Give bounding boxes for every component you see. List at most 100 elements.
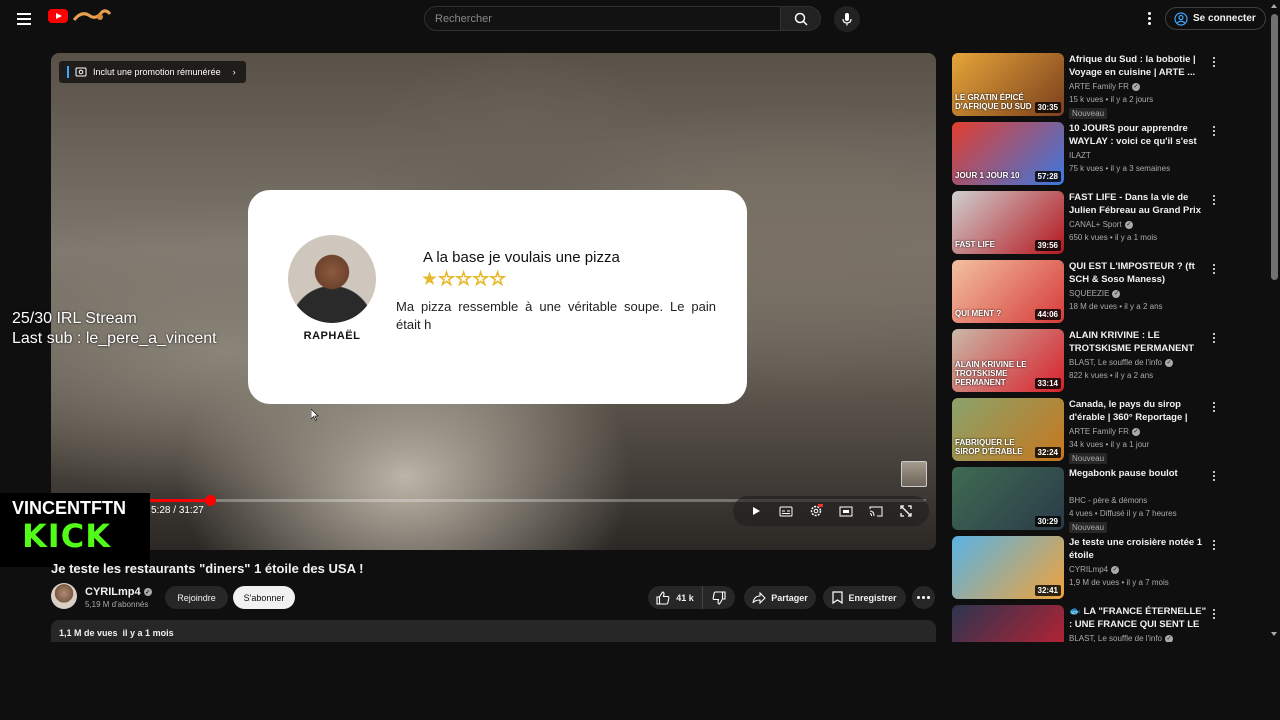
recommended-title[interactable]: QUI EST L'IMPOSTEUR ? (ft SCH & Soso Man… <box>1069 260 1207 286</box>
recommended-channel[interactable]: BLAST, Le souffle de l'info ✓ <box>1069 634 1173 642</box>
recommended-channel[interactable]: BLAST, Le souffle de l'info ✓ <box>1069 358 1173 367</box>
verified-icon: ✓ <box>143 588 152 596</box>
video-thumbnail[interactable]: 32:41 <box>952 536 1064 599</box>
thumbnail-text: FABRIQUER LE SIROP D'ÉRABLE <box>955 438 1023 456</box>
fullscreen-button[interactable] <box>897 502 915 520</box>
subtitles-button[interactable] <box>777 502 795 520</box>
verified-icon: ✓ <box>1112 289 1121 298</box>
recommended-video[interactable]: 30:29 Megabonk pause boulot BHC - père & d… <box>952 467 1222 533</box>
settings-menu-button[interactable] <box>1141 10 1157 26</box>
mouse-cursor-icon <box>311 409 319 421</box>
subscribe-button[interactable]: S'abonner <box>233 586 295 609</box>
recommended-video[interactable]: LE GRATIN ÉPICÉ D'AFRIQUE DU SUD 30:35 Afr… <box>952 53 1222 119</box>
video-thumbnail[interactable]: FABRIQUER LE SIROP D'ÉRABLE 32:24 <box>952 398 1064 461</box>
microphone-icon <box>842 13 852 26</box>
cast-button[interactable] <box>867 502 885 520</box>
scrollbar-thumb[interactable] <box>1271 14 1278 280</box>
video-thumbnail[interactable] <box>952 605 1064 642</box>
video-player[interactable]: Inclut une promotion rémunérée › RAPHAËL… <box>51 53 936 550</box>
miniplayer-icon <box>839 506 853 516</box>
video-options-icon[interactable] <box>1210 55 1218 69</box>
recommended-channel[interactable]: ARTE Family FR ✓ <box>1069 427 1140 436</box>
recommended-video[interactable]: JOUR 1 JOUR 10 57:28 10 JOURS pour apprend… <box>952 122 1222 186</box>
share-button[interactable]: Partager <box>744 586 816 609</box>
recommended-channel[interactable]: CYRILmp4 ✓ <box>1069 565 1120 574</box>
video-thumbnail[interactable]: QUI MENT ? 44:06 <box>952 260 1064 323</box>
recommended-channel-name: BLAST, Le souffle de l'info <box>1069 634 1162 642</box>
youtube-logo[interactable] <box>48 8 112 24</box>
more-actions-button[interactable] <box>912 586 935 609</box>
search-input[interactable] <box>424 6 781 31</box>
recommended-video[interactable]: QUI MENT ? 44:06 QUI EST L'IMPOSTEUR ? (ft… <box>952 260 1222 324</box>
chevron-right-icon: › <box>232 67 236 77</box>
progress-scrubber[interactable] <box>204 495 216 506</box>
recommended-channel[interactable]: ILAZT <box>1069 151 1091 160</box>
signin-label: Se connecter <box>1193 13 1256 24</box>
channel-avatar[interactable] <box>51 583 77 609</box>
recommended-channel[interactable]: CANAL+ Sport ✓ <box>1069 220 1133 229</box>
recommended-meta: 4 vues • Diffusé il y a 7 heures <box>1069 509 1177 518</box>
recommended-title[interactable]: Canada, le pays du sirop d'érable | 360°… <box>1069 398 1207 424</box>
like-button[interactable]: 41 k <box>648 586 703 609</box>
autoplay-toggle[interactable] <box>747 502 765 520</box>
save-button[interactable]: Enregistrer <box>823 586 906 609</box>
video-title: Je teste les restaurants "diners" 1 étoi… <box>51 561 364 576</box>
recommended-video[interactable]: 32:41 Je teste une croisière notée 1 étoi… <box>952 536 1222 600</box>
recommended-channel[interactable]: SQUEEZIE ✓ <box>1069 289 1121 298</box>
verified-icon: ✓ <box>1165 358 1173 367</box>
dislike-button[interactable] <box>703 586 735 609</box>
thumbs-up-icon <box>656 590 670 605</box>
recommended-channel[interactable]: BHC - père & démons <box>1069 496 1147 505</box>
channel-name[interactable]: CYRILmp4 ✓ <box>85 586 152 598</box>
recommended-video[interactable]: FAST LIFE 39:56 FAST LIFE - Dans la vie de… <box>952 191 1222 255</box>
recommended-title[interactable]: 🐟 LA "FRANCE ÉTERNELLE" : UNE FRANCE QUI… <box>1069 605 1207 631</box>
recommended-title[interactable]: FAST LIFE - Dans la vie de Julien Fébrea… <box>1069 191 1207 217</box>
player-controls <box>733 496 929 526</box>
recommended-channel[interactable]: ARTE Family FR ✓ <box>1069 82 1140 91</box>
recommendations-sidebar: LE GRATIN ÉPICÉ D'AFRIQUE DU SUD 30:35 Afr… <box>952 53 1222 642</box>
video-options-icon[interactable] <box>1210 193 1218 207</box>
recommended-video[interactable]: FABRIQUER LE SIROP D'ÉRABLE 32:24 Canada, … <box>952 398 1222 464</box>
recommended-title[interactable]: Afrique du Sud : la bobotie | Voyage en … <box>1069 53 1207 79</box>
video-options-icon[interactable] <box>1210 538 1218 552</box>
video-thumbnail[interactable]: FAST LIFE 39:56 <box>952 191 1064 254</box>
stream-overlay-text: 25/30 IRL Stream Last sub : le_pere_a_vi… <box>12 309 217 349</box>
doodle-logo <box>72 9 112 21</box>
video-thumbnail[interactable]: ALAIN KRIVINE LE TROTSKISME PERMANENT 33:… <box>952 329 1064 392</box>
description-box[interactable]: 1,1 M de vues il y a 1 mois <box>51 620 936 642</box>
reviewer-photo <box>288 235 376 323</box>
signin-button[interactable]: Se connecter <box>1165 7 1266 30</box>
recommended-video[interactable]: ALAIN KRIVINE LE TROTSKISME PERMANENT 33:… <box>952 329 1222 393</box>
video-options-icon[interactable] <box>1210 124 1218 138</box>
video-thumbnail[interactable]: 30:29 <box>952 467 1064 530</box>
channel-watermark[interactable] <box>901 461 927 487</box>
video-options-icon[interactable] <box>1210 331 1218 345</box>
review-text: Ma pizza ressemble à une véritable soupe… <box>396 299 716 332</box>
join-button[interactable]: Rejoindre <box>165 586 228 609</box>
video-options-icon[interactable] <box>1210 469 1218 483</box>
save-label: Enregistrer <box>848 592 897 603</box>
review-card: RAPHAËL A la base je voulais une pizza ★… <box>248 190 747 404</box>
settings-button[interactable] <box>807 502 825 520</box>
video-thumbnail[interactable]: JOUR 1 JOUR 10 57:28 <box>952 122 1064 185</box>
scroll-up-arrow-icon[interactable] <box>1271 4 1277 8</box>
recommended-meta: 650 k vues • il y a 1 mois <box>1069 233 1158 242</box>
video-options-icon[interactable] <box>1210 400 1218 414</box>
menu-icon[interactable] <box>14 10 34 30</box>
video-duration: 33:14 <box>1034 378 1061 389</box>
search-button[interactable] <box>781 6 821 31</box>
video-thumbnail[interactable]: LE GRATIN ÉPICÉ D'AFRIQUE DU SUD 30:35 <box>952 53 1064 116</box>
recommended-meta: 18 M de vues • il y a 2 ans <box>1069 302 1163 311</box>
video-options-icon[interactable] <box>1210 607 1218 621</box>
paid-promotion-badge[interactable]: Inclut une promotion rémunérée › <box>59 61 246 83</box>
recommended-title[interactable]: Megabonk pause boulot <box>1069 467 1207 480</box>
recommended-video[interactable]: 🐟 LA "FRANCE ÉTERNELLE" : UNE FRANCE QUI… <box>952 605 1222 642</box>
voice-search-button[interactable] <box>834 6 860 32</box>
video-options-icon[interactable] <box>1210 262 1218 276</box>
recommended-title[interactable]: 10 JOURS pour apprendre WAYLAY : voici c… <box>1069 122 1207 148</box>
scroll-down-arrow-icon[interactable] <box>1271 632 1277 636</box>
recommended-title[interactable]: ALAIN KRIVINE : LE TROTSKISME PERMANENT <box>1069 329 1207 355</box>
thumbnail-text: ALAIN KRIVINE LE TROTSKISME PERMANENT <box>955 360 1027 387</box>
miniplayer-button[interactable] <box>837 502 855 520</box>
recommended-title[interactable]: Je teste une croisière notée 1 étoile <box>1069 536 1207 562</box>
